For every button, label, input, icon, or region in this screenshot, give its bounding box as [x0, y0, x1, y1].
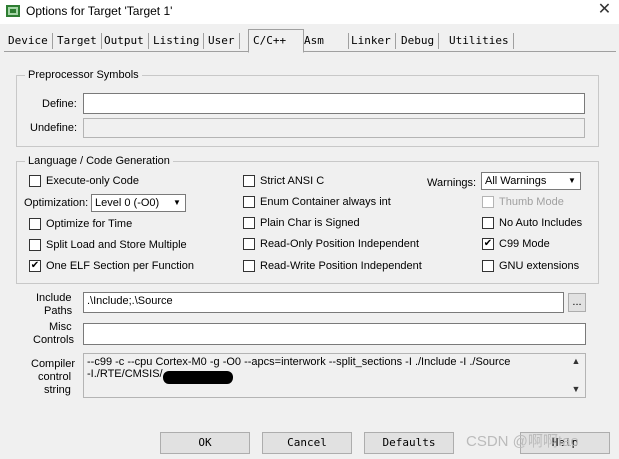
plain-char-checkbox[interactable] [243, 217, 255, 229]
tab-cpp[interactable]: C/C++ [248, 29, 304, 53]
compiler-label-line3: string [44, 384, 71, 396]
preprocessor-group-label: Preprocessor Symbols [25, 69, 142, 81]
codegen-group-label: Language / Code Generation [25, 155, 173, 167]
c99-mode-label: C99 Mode [499, 238, 550, 250]
warnings-select[interactable]: All Warnings ▼ [481, 172, 581, 190]
tab-listing[interactable]: Listing [149, 33, 205, 49]
no-auto-includes-label: No Auto Includes [499, 217, 583, 229]
scroll-up-icon[interactable]: ▲ [569, 356, 583, 366]
include-browse-button[interactable]: ... [568, 293, 586, 312]
misc-label-line2: Controls [33, 334, 74, 346]
ro-position-checkbox[interactable] [243, 238, 255, 250]
enum-container-label: Enum Container always int [260, 196, 391, 208]
strict-ansi-label: Strict ANSI C [260, 175, 325, 187]
compiler-line-2: -I./RTE/CMSIS/ [87, 368, 163, 380]
tab-target[interactable]: Target [53, 33, 102, 49]
tab-utilities[interactable]: Utilities [445, 33, 514, 49]
c99-mode-checkbox[interactable]: ✔ [482, 238, 494, 250]
tab-output[interactable]: Output [100, 33, 149, 49]
one-elf-label: One ELF Section per Function [46, 260, 194, 272]
define-label: Define: [42, 98, 77, 110]
undefine-input[interactable] [83, 118, 585, 138]
tab-bar: Device Target Output Listing User C/C++ … [4, 29, 616, 53]
compiler-label-line1: Compiler [31, 358, 76, 370]
define-input[interactable] [83, 93, 585, 114]
compiler-control-string[interactable]: --c99 -c --cpu Cortex-M0 -g -O0 --apcs=i… [83, 353, 586, 398]
rw-position-label: Read-Write Position Independent [260, 260, 422, 272]
optimization-value: Level 0 (-O0) [95, 197, 160, 209]
optimize-time-checkbox[interactable] [29, 218, 41, 230]
enum-container-checkbox[interactable] [243, 196, 255, 208]
compiler-label-line2: control [38, 371, 72, 383]
thumb-mode-checkbox[interactable] [482, 196, 494, 208]
redaction-mark [163, 371, 233, 384]
ro-position-label: Read-Only Position Independent [260, 238, 419, 250]
split-load-checkbox[interactable] [29, 239, 41, 251]
optimization-select[interactable]: Level 0 (-O0) ▼ [91, 194, 186, 212]
tab-debug[interactable]: Debug [397, 33, 440, 49]
chevron-down-icon: ▼ [568, 176, 576, 185]
include-label-line1: Include [36, 292, 72, 304]
execute-only-label: Execute-only Code [46, 175, 139, 187]
window-title: Options for Target 'Target 1' [26, 4, 173, 18]
rw-position-checkbox[interactable] [243, 260, 255, 272]
close-button[interactable]: ✕ [590, 0, 619, 22]
thumb-mode-label: Thumb Mode [499, 196, 564, 208]
misc-label-line1: Misc [49, 321, 72, 333]
chevron-down-icon: ▼ [173, 198, 181, 207]
warnings-value: All Warnings [485, 175, 547, 187]
optimize-time-label: Optimize for Time [46, 218, 133, 230]
tab-user[interactable]: User [204, 33, 240, 49]
plain-char-label: Plain Char is Signed [260, 217, 360, 229]
include-label-line2: Paths [44, 305, 73, 317]
tab-linker[interactable]: Linker [347, 33, 396, 49]
defaults-button[interactable]: Defaults [364, 432, 454, 454]
warnings-label: Warnings: [427, 177, 477, 189]
compiler-line-1: --c99 -c --cpu Cortex-M0 -g -O0 --apcs=i… [87, 356, 511, 368]
tab-asm[interactable]: Asm [300, 33, 349, 49]
scroll-down-icon[interactable]: ▼ [569, 384, 583, 394]
gnu-extensions-checkbox[interactable] [482, 260, 494, 272]
tab-device[interactable]: Device [4, 33, 53, 49]
gnu-extensions-label: GNU extensions [499, 260, 580, 272]
include-paths-input[interactable]: .\Include;.\Source [83, 292, 564, 313]
undefine-label: Undefine: [30, 122, 78, 134]
no-auto-includes-checkbox[interactable] [482, 217, 494, 229]
keil-app-icon [6, 5, 20, 17]
csdn-watermark: CSDN @啊啊tao [466, 433, 579, 450]
title-bar: Options for Target 'Target 1' ✕ [0, 0, 619, 24]
misc-controls-input[interactable] [83, 323, 586, 345]
one-elf-checkbox[interactable]: ✔ [29, 260, 41, 272]
split-load-label: Split Load and Store Multiple [46, 239, 187, 251]
ok-button[interactable]: OK [160, 432, 250, 454]
optimization-label: Optimization: [24, 197, 89, 209]
execute-only-checkbox[interactable] [29, 175, 41, 187]
strict-ansi-checkbox[interactable] [243, 175, 255, 187]
cancel-button[interactable]: Cancel [262, 432, 352, 454]
